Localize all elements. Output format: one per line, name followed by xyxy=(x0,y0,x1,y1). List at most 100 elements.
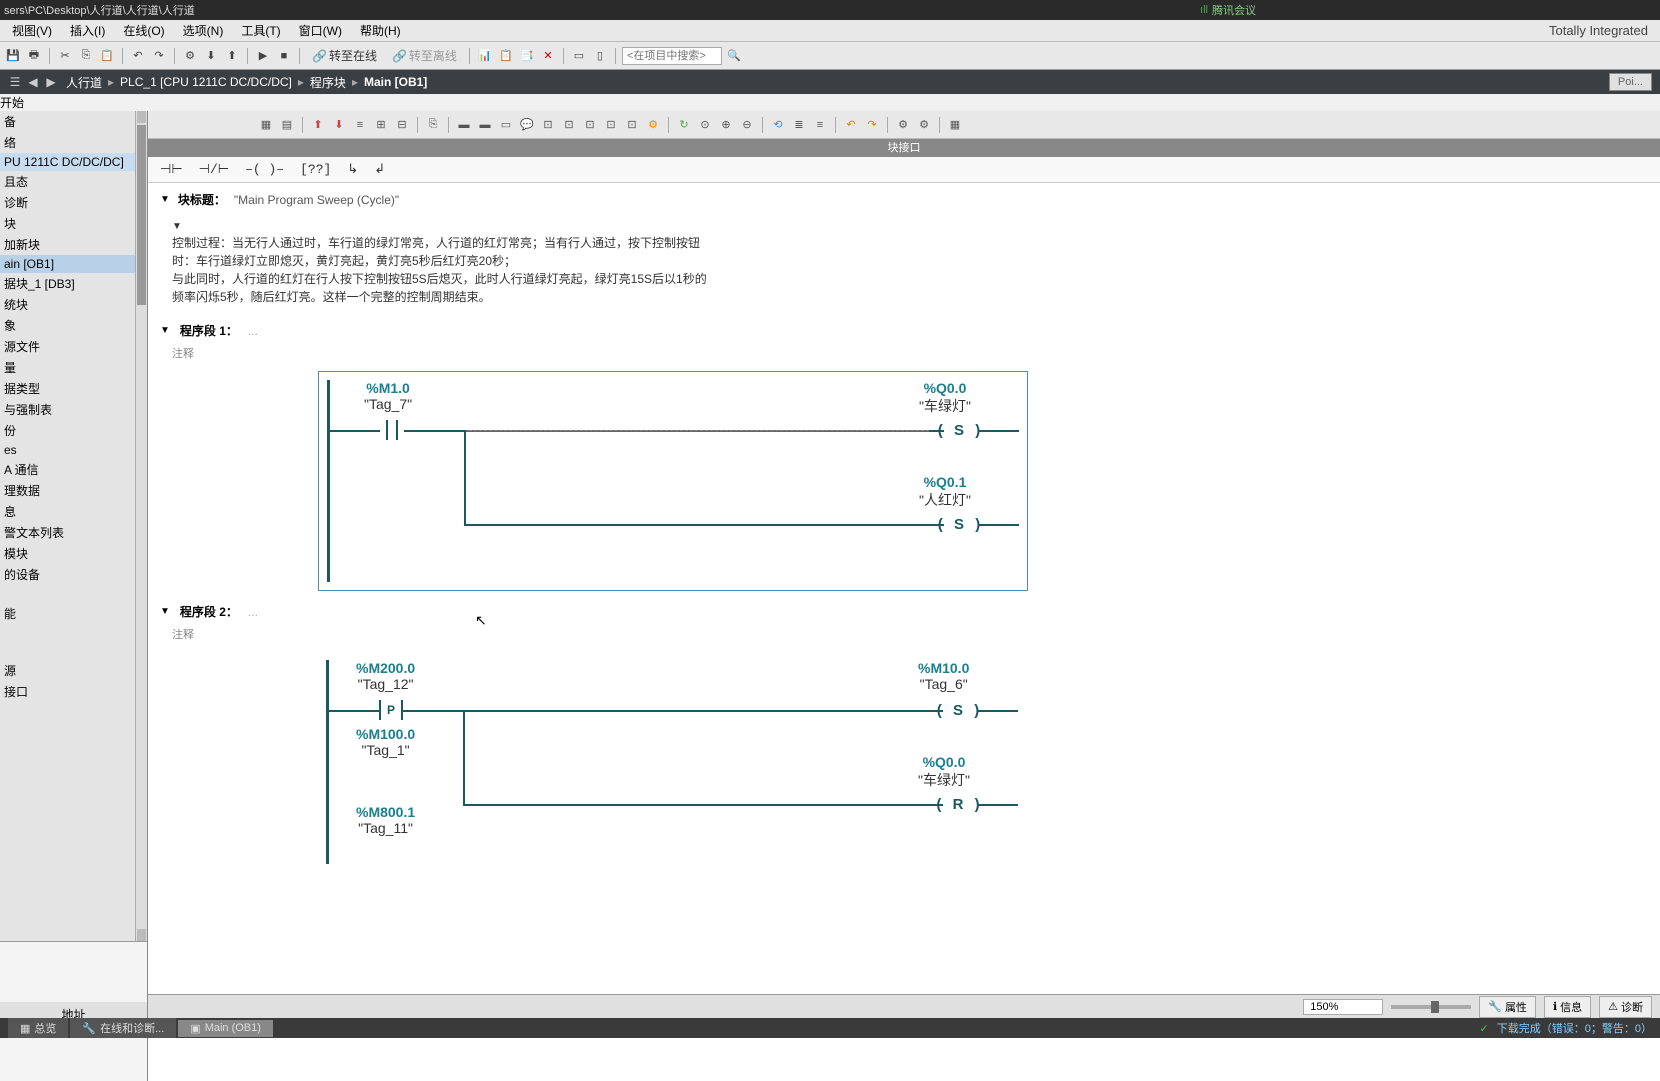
network-icon[interactable]: ▬ xyxy=(455,116,473,134)
compile-icon[interactable]: ⚙ xyxy=(181,47,199,65)
tool-icon[interactable]: 📋 xyxy=(497,47,515,65)
tool-icon[interactable]: 📊 xyxy=(476,47,494,65)
input-tag[interactable]: %M1.0 "Tag_7" xyxy=(364,380,412,412)
tree-item[interactable] xyxy=(0,585,135,603)
tree-item[interactable]: 量 xyxy=(0,357,135,378)
wire-selected[interactable] xyxy=(464,430,929,432)
output-tag[interactable]: %M10.0 "Tag_6" xyxy=(918,660,969,692)
comment-icon[interactable]: 💬 xyxy=(518,116,536,134)
branch-close-icon[interactable]: ↲ xyxy=(370,160,389,179)
tab-overview[interactable]: ▦总览 xyxy=(8,1018,68,1038)
menu-tools[interactable]: 工具(T) xyxy=(233,20,288,41)
tree-item[interactable]: 且态 xyxy=(0,171,135,192)
go-offline-button[interactable]: 🔗转至离线 xyxy=(386,45,463,66)
tree-item[interactable]: 的设备 xyxy=(0,564,135,585)
redo-icon[interactable]: ↷ xyxy=(150,47,168,65)
zoom-select[interactable]: 150% xyxy=(1303,999,1383,1015)
project-tree[interactable]: 备络PU 1211C DC/DC/DC]且态诊断块加新块ain [OB1]据块_… xyxy=(0,111,135,941)
tool-icon[interactable]: ↶ xyxy=(842,116,860,134)
tree-item[interactable]: 源文件 xyxy=(0,336,135,357)
input-tag[interactable]: %M800.1 "Tag_11" xyxy=(356,804,415,836)
tree-item[interactable]: 源 xyxy=(0,660,135,681)
tool-icon[interactable]: ⚙ xyxy=(894,116,912,134)
breadcrumb-item[interactable]: 程序块 xyxy=(310,74,346,91)
paste-icon[interactable]: 📋 xyxy=(98,47,116,65)
tool-icon[interactable]: ↷ xyxy=(863,116,881,134)
tree-item[interactable]: es xyxy=(0,441,135,459)
tool-icon[interactable]: ⊡ xyxy=(581,116,599,134)
collapse-icon[interactable]: ▼ xyxy=(160,606,170,617)
undo-icon[interactable]: ↶ xyxy=(129,47,147,65)
tool-icon[interactable]: ▦ xyxy=(946,116,964,134)
tree-item[interactable]: 理数据 xyxy=(0,480,135,501)
tree-item[interactable]: 加新块 xyxy=(0,234,135,255)
tree-item[interactable]: PU 1211C DC/DC/DC] xyxy=(0,153,135,171)
tree-item[interactable]: 络 xyxy=(0,132,135,153)
tool-icon[interactable]: ⬆ xyxy=(309,116,327,134)
tree-item[interactable]: 能 xyxy=(0,603,135,624)
network-comment[interactable]: 注释 xyxy=(148,624,1660,644)
tree-item[interactable]: 息 xyxy=(0,501,135,522)
no-contact[interactable] xyxy=(380,420,404,440)
print-icon[interactable]: 🖶 xyxy=(25,47,43,65)
ladder-diagram[interactable]: %M1.0 "Tag_7" %Q0.0 "车绿灯" ( S ) xyxy=(318,371,1028,591)
network-header[interactable]: ▼ 程序段 2： ... xyxy=(148,599,1660,624)
network-comment[interactable]: 注释 xyxy=(148,343,1660,363)
tree-item[interactable]: 警文本列表 xyxy=(0,522,135,543)
box-icon[interactable]: [??] xyxy=(296,160,335,179)
delete-icon[interactable]: ✕ xyxy=(539,47,557,65)
tab-main-ob1[interactable]: ▣Main (OB1) xyxy=(178,1020,273,1037)
view-icon[interactable]: ▦ xyxy=(257,116,275,134)
portal-label[interactable]: Poi... xyxy=(1609,73,1652,91)
info-button[interactable]: ℹ信息 xyxy=(1544,996,1591,1018)
output-tag[interactable]: %Q0.0 "车绿灯" xyxy=(919,380,971,416)
split-v-icon[interactable]: ▯ xyxy=(591,47,609,65)
menu-online[interactable]: 在线(O) xyxy=(115,20,172,41)
ladder-diagram[interactable]: %M200.0 "Tag_12" P %M10.0 "Tag_6" ( S ) … xyxy=(318,652,1028,872)
cut-icon[interactable]: ✂ xyxy=(56,47,74,65)
block-description[interactable]: ▼ 控制过程：当无行人通过时，车行道的绿灯常亮，人行道的红灯常亮；当有行人通过，… xyxy=(148,212,1660,310)
branch-open-icon[interactable]: ↳ xyxy=(343,160,362,179)
start-button[interactable]: 开始 xyxy=(0,94,1660,111)
set-coil[interactable]: ( S ) xyxy=(934,422,984,440)
set-coil[interactable]: ( S ) xyxy=(933,702,983,720)
search-icon[interactable]: 🔍 xyxy=(725,47,743,65)
nav-forward-icon[interactable]: ▶ xyxy=(44,75,58,89)
split-h-icon[interactable]: ▭ xyxy=(570,47,588,65)
scroll-thumb[interactable] xyxy=(137,125,146,305)
contact-no-icon[interactable]: ⊣⊢ xyxy=(156,160,187,179)
network-icon[interactable]: ▬ xyxy=(476,116,494,134)
project-search-input[interactable] xyxy=(622,47,722,65)
output-tag[interactable]: %Q0.1 "人红灯" xyxy=(919,474,971,510)
input-tag[interactable]: %M100.0 "Tag_1" xyxy=(356,726,415,758)
code-area[interactable]: ▼ 块标题： "Main Program Sweep (Cycle)" ▼ 控制… xyxy=(148,183,1660,1081)
menu-insert[interactable]: 插入(I) xyxy=(62,20,113,41)
p-trigger[interactable]: P xyxy=(379,700,403,720)
properties-button[interactable]: 🔧属性 xyxy=(1479,996,1536,1018)
tree-item[interactable]: 接口 xyxy=(0,681,135,702)
stop-cpu-icon[interactable]: ■ xyxy=(275,47,293,65)
tool-icon[interactable]: ⊟ xyxy=(393,116,411,134)
tool-icon[interactable]: ⟲ xyxy=(769,116,787,134)
tool-icon[interactable]: ≡ xyxy=(811,116,829,134)
collapse-icon[interactable]: ▼ xyxy=(160,325,170,336)
tool-icon[interactable]: ⊡ xyxy=(560,116,578,134)
tool-icon[interactable]: ≣ xyxy=(790,116,808,134)
view-icon[interactable]: ▤ xyxy=(278,116,296,134)
tool-icon[interactable]: ⊙ xyxy=(696,116,714,134)
start-cpu-icon[interactable]: ▶ xyxy=(254,47,272,65)
tree-item[interactable]: 块 xyxy=(0,213,135,234)
scroll-up-icon[interactable] xyxy=(137,111,146,123)
copy-icon[interactable]: ⎘ xyxy=(424,116,442,134)
tree-item[interactable]: A 通信 xyxy=(0,459,135,480)
tool-icon[interactable]: ⊡ xyxy=(539,116,557,134)
tree-item[interactable]: 据类型 xyxy=(0,378,135,399)
reset-coil[interactable]: ( R ) xyxy=(933,796,983,814)
tool-icon[interactable]: ⊕ xyxy=(717,116,735,134)
collapse-icon[interactable]: ▼ xyxy=(160,194,170,205)
tree-item[interactable]: 备 xyxy=(0,111,135,132)
tool-icon[interactable]: ⊡ xyxy=(623,116,641,134)
tool-icon[interactable]: ≡ xyxy=(351,116,369,134)
tree-item[interactable] xyxy=(0,642,135,660)
coil-icon[interactable]: –( )– xyxy=(241,160,288,179)
